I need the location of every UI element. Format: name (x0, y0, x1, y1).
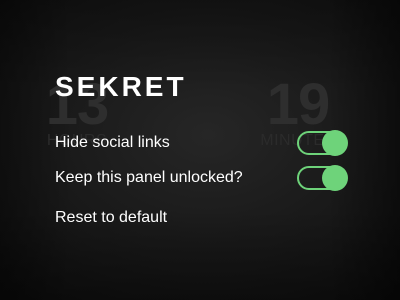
reset-to-default-link[interactable]: Reset to default (55, 208, 167, 228)
toggle-knob (322, 130, 348, 156)
panel-title: SEKRET (55, 71, 187, 102)
hide-social-links-toggle[interactable] (297, 130, 348, 156)
settings-panel: SEKRET Hide social links Keep this panel… (0, 0, 400, 300)
toggle-knob (322, 165, 348, 191)
setting-label: Keep this panel unlocked? (55, 169, 243, 186)
keep-panel-unlocked-toggle[interactable] (297, 165, 348, 191)
setting-label: Hide social links (55, 134, 170, 151)
setting-hide-social-links: Hide social links (55, 130, 348, 156)
setting-keep-panel-unlocked: Keep this panel unlocked? (55, 165, 348, 191)
